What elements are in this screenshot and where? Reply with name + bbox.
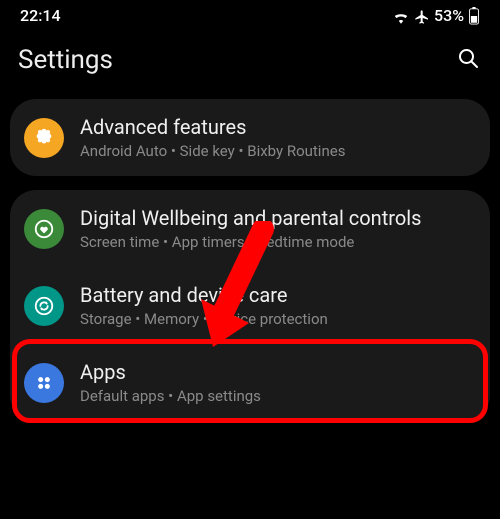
item-title: Digital Wellbeing and parental controls	[80, 206, 421, 231]
settings-header: Settings	[0, 27, 500, 99]
item-subtitle: Android Auto • Side key • Bixby Routines	[80, 142, 345, 160]
wifi-icon	[392, 6, 410, 25]
item-title: Apps	[80, 360, 261, 385]
search-icon	[456, 46, 480, 70]
airplane-icon	[414, 6, 430, 25]
settings-item-battery-device-care[interactable]: Battery and device care Storage • Memory…	[10, 267, 490, 344]
settings-group: Advanced features Android Auto • Side ke…	[10, 99, 490, 176]
refresh-circle-icon	[24, 286, 64, 326]
item-subtitle: Storage • Memory • Device protection	[80, 310, 328, 328]
settings-item-advanced-features[interactable]: Advanced features Android Auto • Side ke…	[10, 99, 490, 176]
settings-group: Digital Wellbeing and parental controls …	[10, 190, 490, 421]
settings-item-digital-wellbeing[interactable]: Digital Wellbeing and parental controls …	[10, 190, 490, 267]
item-subtitle: Screen time • App timers • Bedtime mode	[80, 233, 421, 251]
apps-grid-icon	[24, 363, 64, 403]
heart-circle-icon	[24, 209, 64, 249]
item-title: Advanced features	[80, 115, 345, 140]
status-time: 22:14	[20, 6, 61, 25]
battery-icon	[468, 7, 480, 25]
status-bar: 22:14 53%	[0, 0, 500, 27]
item-title: Battery and device care	[80, 283, 328, 308]
page-title: Settings	[18, 45, 113, 75]
status-indicators: 53%	[392, 6, 480, 25]
battery-percent: 53%	[434, 6, 464, 25]
search-button[interactable]	[456, 46, 480, 74]
settings-item-apps[interactable]: Apps Default apps • App settings	[10, 344, 490, 421]
item-subtitle: Default apps • App settings	[80, 387, 261, 405]
gear-flower-icon	[24, 118, 64, 158]
settings-list: Advanced features Android Auto • Side ke…	[0, 99, 500, 421]
